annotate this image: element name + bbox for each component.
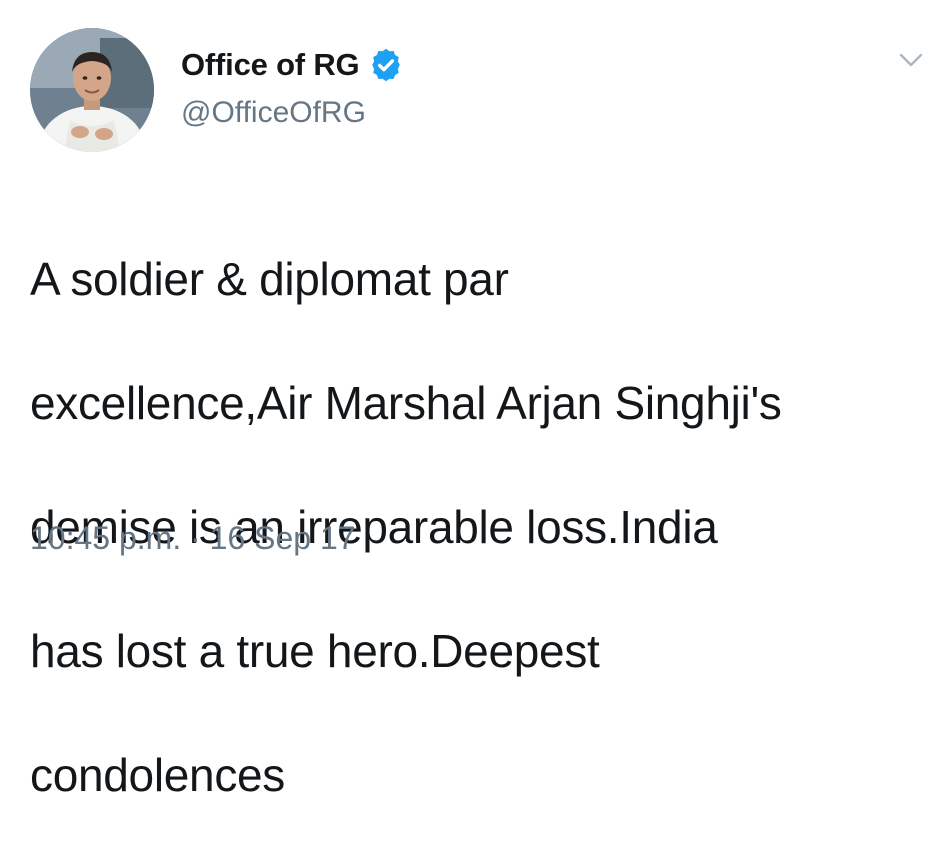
handle[interactable]: @OfficeOfRG xyxy=(181,96,366,130)
avatar[interactable] xyxy=(30,28,154,152)
verified-badge-icon xyxy=(372,48,401,82)
chevron-down-icon[interactable] xyxy=(898,50,924,70)
tweet-text-line: condolences xyxy=(30,749,286,801)
tweet-text-line: excellence,Air Marshal Arjan Singhji's xyxy=(30,377,782,429)
tweet-text-line: A soldier & diplomat par xyxy=(30,253,509,305)
tweet-text-line: has lost a true hero.Deepest xyxy=(30,625,600,677)
author-row: Office of RG xyxy=(181,44,403,86)
timestamp[interactable]: 10:45 p.m. · 16 Sep 17 xyxy=(30,520,356,557)
profile-photo xyxy=(30,28,154,152)
display-name[interactable]: Office of RG xyxy=(181,47,360,83)
tweet-card: Office of RG @OfficeOfRG A soldier & dip… xyxy=(0,0,952,801)
